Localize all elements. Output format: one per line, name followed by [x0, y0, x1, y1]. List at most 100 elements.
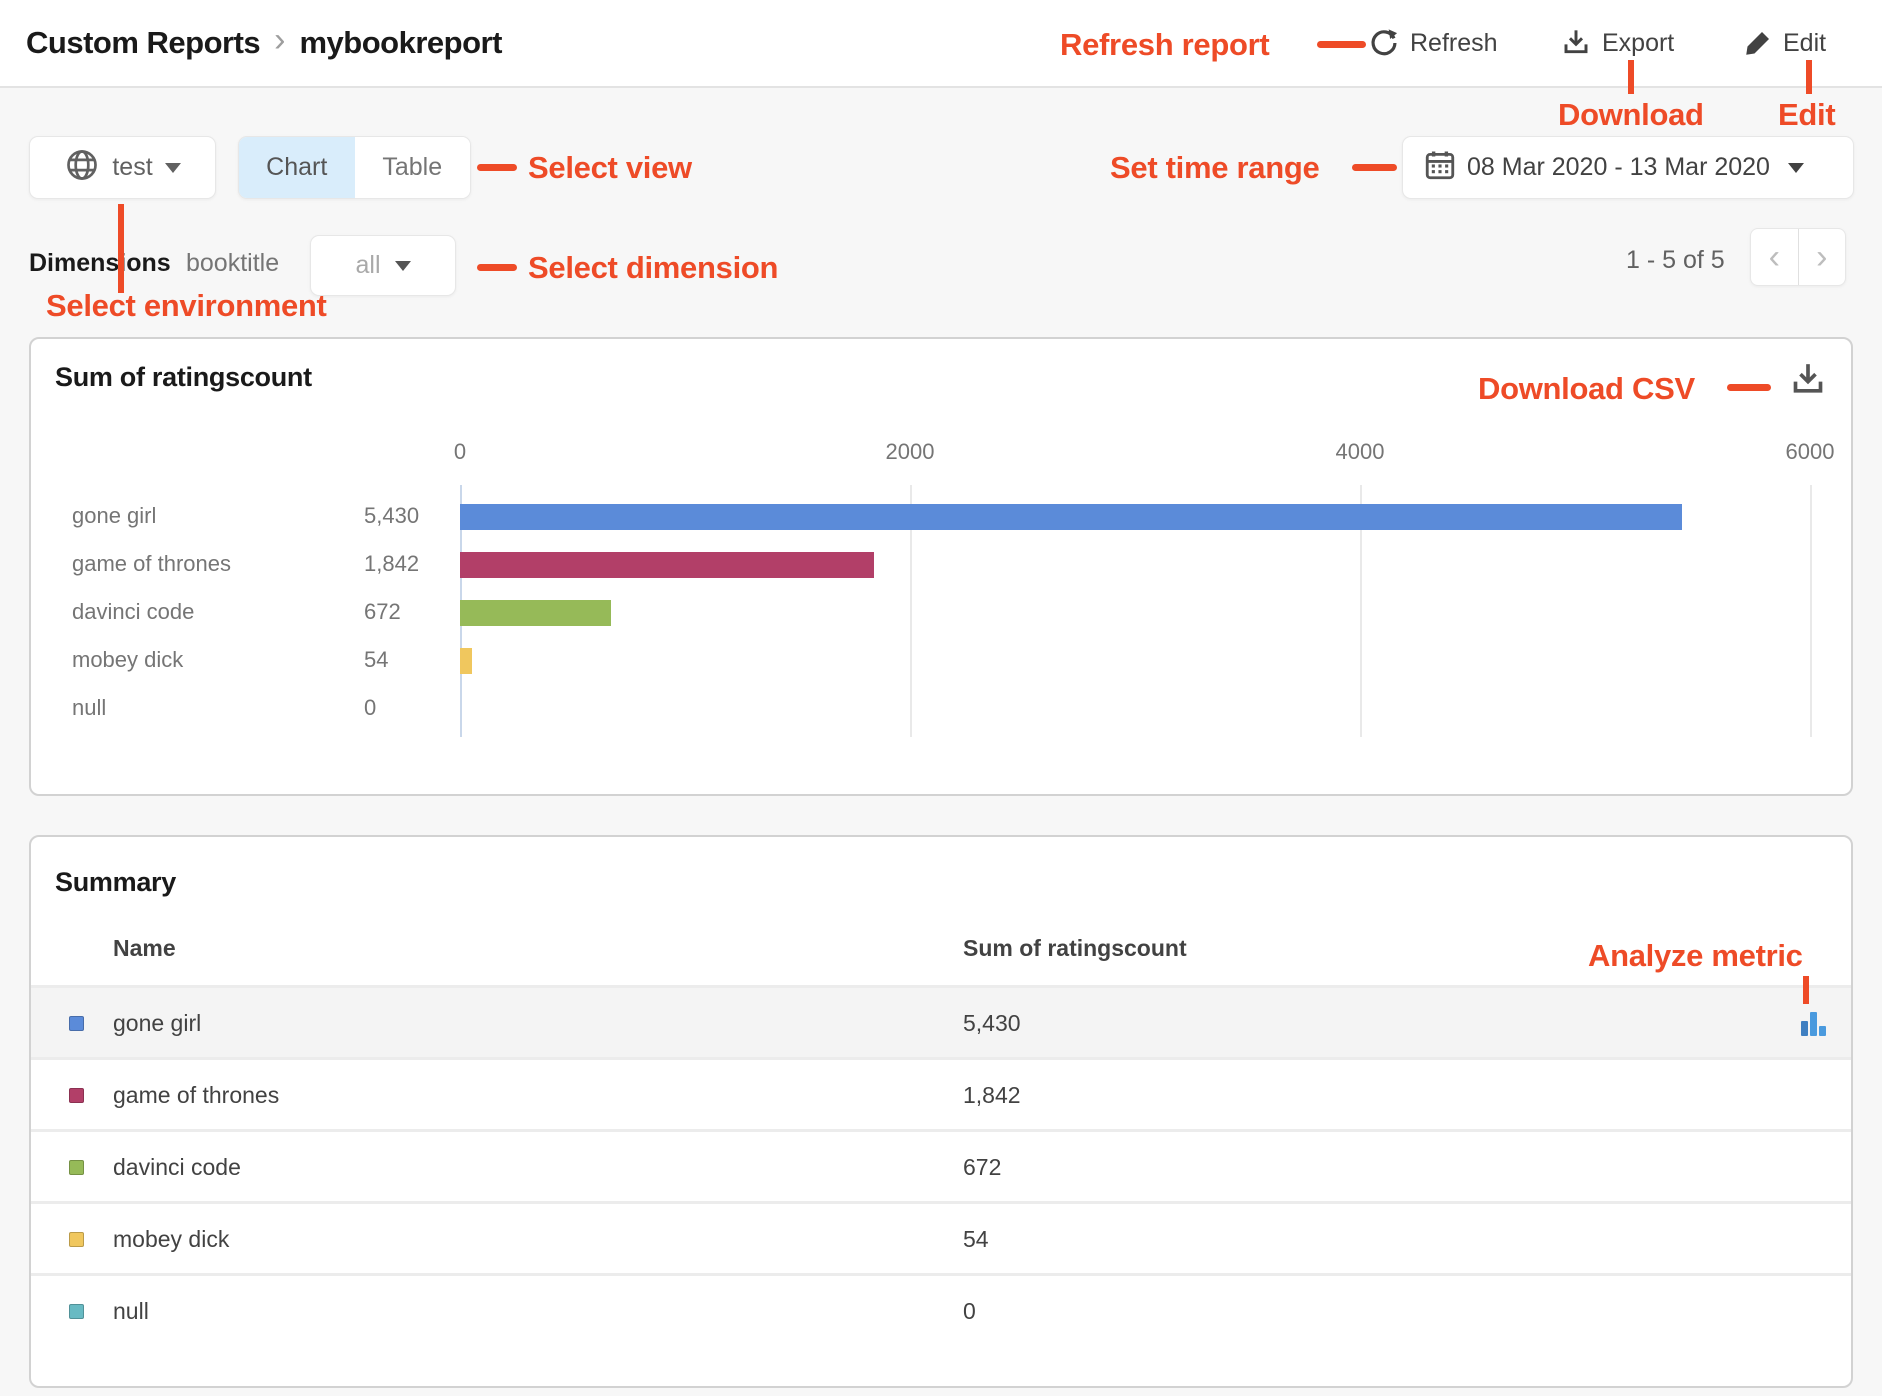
category-label: davinci code	[72, 599, 194, 625]
chevron-down-icon	[1788, 163, 1804, 173]
table-row: gone girl 5,430	[31, 985, 1851, 1057]
row-name: null	[113, 1298, 149, 1325]
annotation-analyze-metric: Analyze metric	[1588, 938, 1803, 974]
refresh-button[interactable]: Refresh	[1368, 0, 1498, 86]
summary-table: gone girl 5,430 game of thrones 1,842 davinc…	[31, 985, 1851, 1345]
category-label: gone girl	[72, 503, 156, 529]
breadcrumb: Custom Reports › mybookreport	[26, 0, 502, 86]
column-header-value: Sum of ratingscount	[963, 935, 1187, 962]
breadcrumb-current: mybookreport	[299, 25, 501, 61]
refresh-label: Refresh	[1410, 29, 1498, 58]
column-header-name: Name	[113, 935, 176, 962]
chart-row: gone girl 5,430	[31, 493, 1811, 541]
tab-chart[interactable]: Chart	[239, 137, 355, 198]
tab-table[interactable]: Table	[355, 137, 471, 198]
annotation-download: Download	[1558, 97, 1704, 133]
environment-dropdown[interactable]: test	[29, 136, 216, 199]
dimension-name: booktitle	[186, 249, 279, 278]
row-name: game of thrones	[113, 1082, 279, 1109]
row-value: 0	[963, 1298, 976, 1325]
date-range-label: 08 Mar 2020 - 13 Mar 2020	[1467, 153, 1770, 182]
legend-chip	[69, 1160, 84, 1175]
breadcrumb-parent[interactable]: Custom Reports	[26, 25, 260, 61]
row-name: gone girl	[113, 1010, 201, 1037]
category-label: mobey dick	[72, 647, 183, 673]
annotation-select-environment: Select environment	[46, 288, 327, 324]
chart-x-axis: 0200040006000	[460, 439, 1810, 469]
table-row: davinci code 672	[31, 1129, 1851, 1201]
chart-row: null 0	[31, 685, 1811, 733]
row-name: davinci code	[113, 1154, 241, 1181]
dimension-filter-dropdown[interactable]: all	[310, 235, 456, 296]
pagination-label: 1 - 5 of 5	[1626, 246, 1725, 275]
category-label: null	[72, 695, 106, 721]
annotation-select-dimension: Select dimension	[528, 250, 778, 286]
value-label: 5,430	[364, 503, 419, 529]
chart-row: davinci code 672	[31, 589, 1811, 637]
table-row: mobey dick54	[31, 1201, 1851, 1273]
chart-rows: gone girl 5,430 game of thrones 1,842 davinc…	[31, 493, 1811, 733]
legend-chip	[69, 1016, 84, 1031]
summary-card: Summary Name Sum of ratingscount gone gi…	[29, 835, 1853, 1388]
export-label: Export	[1602, 29, 1674, 58]
category-label: game of thrones	[72, 551, 231, 577]
custom-report-page: Custom Reports › mybookreport Refresh Ex…	[0, 0, 1882, 1396]
value-label: 672	[364, 599, 401, 625]
chart-row: mobey dick 54	[31, 637, 1811, 685]
edit-button[interactable]: Edit	[1743, 0, 1826, 86]
legend-chip	[69, 1088, 84, 1103]
refresh-icon	[1368, 27, 1400, 59]
bar-game-of-thrones	[460, 552, 874, 578]
summary-table-header: Name Sum of ratingscount	[31, 935, 1851, 985]
download-icon	[1560, 27, 1592, 59]
value-label: 54	[364, 647, 388, 673]
date-range-picker[interactable]: 08 Mar 2020 - 13 Mar 2020	[1402, 136, 1854, 199]
annotation-line	[118, 204, 124, 293]
pagination-controls: ‹ ›	[1750, 228, 1846, 286]
dimension-filter-value: all	[355, 251, 380, 280]
calendar-icon	[1423, 148, 1457, 187]
export-button[interactable]: Export	[1560, 0, 1674, 86]
row-value: 5,430	[963, 1010, 1021, 1037]
chart-row: game of thrones 1,842	[31, 541, 1811, 589]
dimensions-label: Dimensions	[29, 249, 171, 278]
value-label: 1,842	[364, 551, 419, 577]
environment-label: test	[112, 153, 152, 182]
download-csv-icon[interactable]	[1788, 360, 1828, 405]
legend-chip	[69, 1232, 84, 1247]
page-header: Custom Reports › mybookreport Refresh Ex…	[0, 0, 1882, 88]
annotation-set-time-range: Set time range	[1110, 150, 1319, 186]
summary-title: Summary	[55, 867, 176, 898]
pagination-next-button[interactable]: ›	[1799, 229, 1846, 285]
x-tick-label: 4000	[1336, 439, 1385, 465]
annotation-line	[1628, 60, 1634, 94]
annotation-dash	[1352, 164, 1397, 171]
chart-title: Sum of ratingscount	[55, 362, 312, 393]
x-tick-label: 2000	[886, 439, 935, 465]
annotation-dash	[477, 164, 517, 171]
annotation-select-view: Select view	[528, 150, 692, 186]
row-value: 1,842	[963, 1082, 1021, 1109]
table-row: null 0	[31, 1273, 1851, 1345]
pencil-icon	[1743, 28, 1773, 58]
value-label: 0	[364, 695, 376, 721]
row-name: mobey dick	[113, 1226, 229, 1253]
bar-davinci-code	[460, 600, 611, 626]
row-value: 672	[963, 1154, 1001, 1181]
annotation-line	[1806, 60, 1812, 94]
annotation-refresh-report: Refresh report	[1060, 27, 1269, 63]
bar-mobey-dick	[460, 648, 472, 674]
legend-chip	[69, 1304, 84, 1319]
analyze-metric-icon[interactable]	[1797, 1008, 1827, 1038]
chevron-down-icon	[395, 261, 411, 271]
annotation-line	[1803, 976, 1809, 1004]
chevron-right-icon: ›	[274, 21, 285, 66]
annotation-dash	[1727, 384, 1771, 391]
annotation-dash	[1317, 41, 1366, 48]
pagination-prev-button[interactable]: ‹	[1751, 229, 1799, 285]
x-tick-label: 6000	[1786, 439, 1835, 465]
x-tick-label: 0	[454, 439, 466, 465]
annotation-download-csv: Download CSV	[1478, 371, 1695, 407]
globe-icon	[64, 147, 100, 188]
annotation-dash	[477, 264, 517, 271]
